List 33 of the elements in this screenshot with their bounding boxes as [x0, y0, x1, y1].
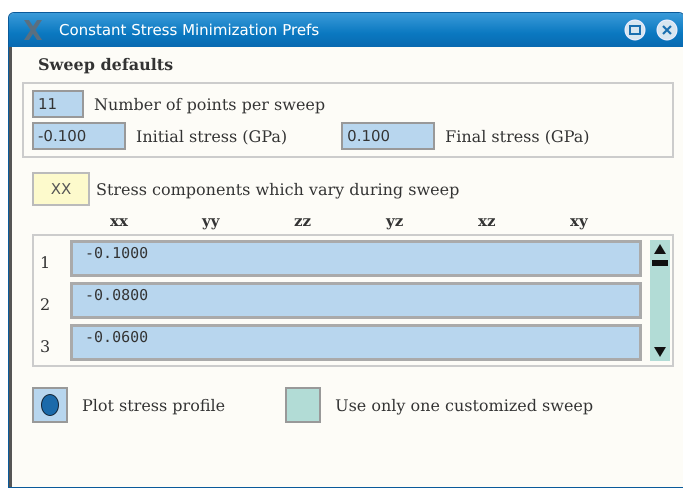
column-header: yz [386, 212, 404, 230]
field-label: Initial stress (GPa) [136, 126, 288, 146]
window-title: Constant Stress Minimization Prefs [59, 21, 320, 39]
close-button[interactable] [656, 19, 678, 41]
x-logo-icon [21, 18, 45, 42]
column-header: xz [478, 212, 496, 230]
down-arrow-icon[interactable] [654, 347, 666, 357]
column-header: zz [294, 212, 312, 230]
column-header: yy [202, 212, 221, 230]
row-number: 1 [40, 252, 52, 272]
scrollbar[interactable] [650, 240, 670, 361]
final-stress-field[interactable]: 0.100 [341, 122, 436, 150]
checkbox[interactable] [285, 387, 322, 423]
points-field[interactable]: 11 [32, 90, 84, 118]
row-number: 3 [40, 336, 52, 356]
checkbox-label: Plot stress profile [82, 396, 226, 414]
row-field[interactable]: -0.0800 [70, 282, 642, 319]
checkbox-label: Use only one customized sweep [335, 396, 594, 414]
scroll-thumb[interactable] [652, 260, 668, 266]
components-button[interactable]: XX [32, 172, 90, 206]
field-label: Final stress (GPa) [445, 126, 590, 146]
maximize-button[interactable] [624, 19, 646, 41]
initial-stress-field[interactable]: -0.100 [32, 122, 126, 150]
row-field[interactable]: -0.0600 [70, 324, 642, 361]
column-header: xy [570, 212, 590, 230]
column-header: xx [110, 212, 129, 230]
field-label: Number of points per sweep [94, 94, 326, 114]
checkbox[interactable] [32, 387, 68, 423]
components-label: Stress components which vary during sweep [96, 180, 460, 198]
row-number: 2 [40, 294, 52, 314]
row-field[interactable]: -0.1000 [70, 240, 642, 277]
section-title: Sweep defaults [38, 55, 174, 74]
up-arrow-icon[interactable] [654, 244, 666, 254]
